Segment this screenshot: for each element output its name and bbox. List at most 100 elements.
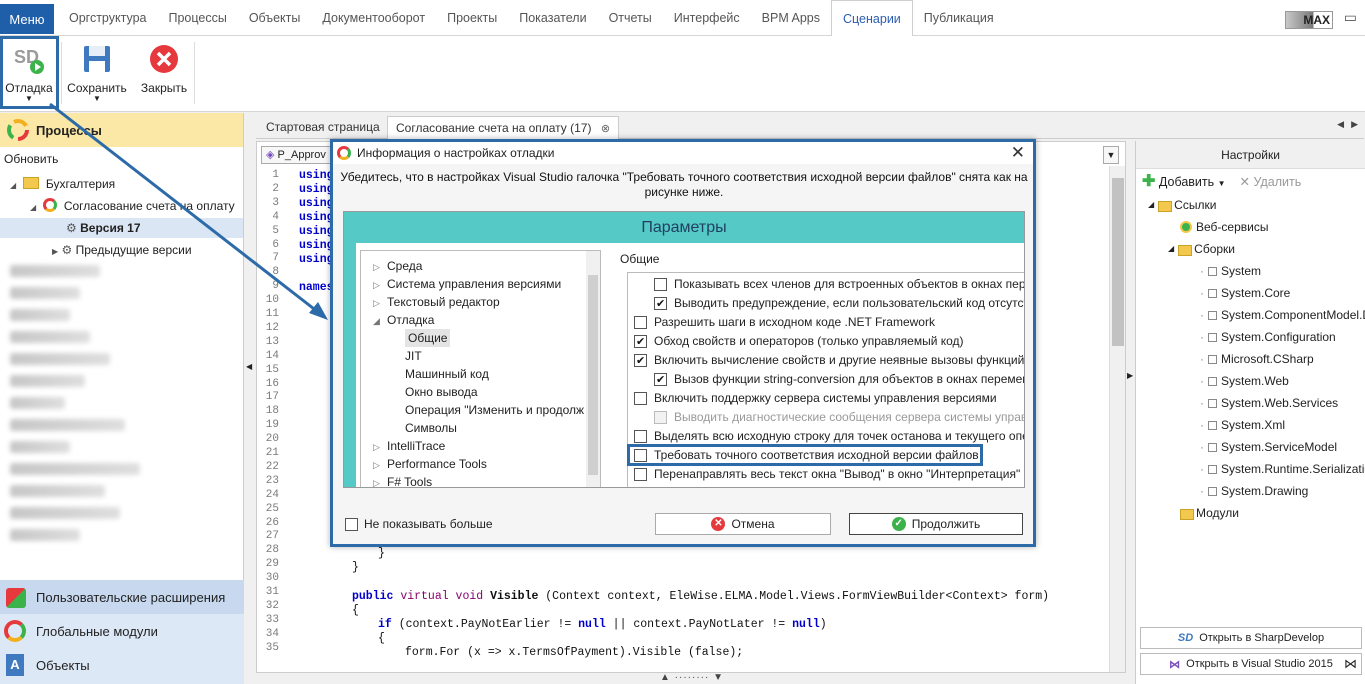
dialog-close-icon[interactable]: ✕ — [1011, 143, 1025, 163]
tree-assembly-item-label: System.Web — [1221, 374, 1289, 388]
tree-assembly-item[interactable]: · System.Drawing — [1200, 480, 1308, 502]
options-tree-item: Окно вывода — [405, 383, 478, 401]
class-combo[interactable]: ◈ P_Approv — [261, 146, 341, 164]
expand-icon[interactable]: ◢ — [10, 181, 16, 190]
tree-assembly-item[interactable]: · System.Runtime.Serializatio — [1200, 458, 1365, 480]
nav-user-extensions[interactable]: Пользовательские расширения — [0, 580, 244, 614]
window-restore-icon[interactable]: ▭ — [1344, 9, 1357, 26]
tree-assembly-item[interactable]: · System — [1200, 260, 1261, 282]
close-button[interactable]: Закрыть — [136, 38, 192, 108]
tree-assembly-item[interactable]: · System.Configuration — [1200, 326, 1336, 348]
code-namespace: names — [299, 281, 334, 294]
vs-settings-icon[interactable]: ⋈ — [1344, 656, 1357, 672]
cancel-button[interactable]: ✕ Отмена — [655, 513, 831, 535]
option-row: Вызов функции string-conversion для объе… — [654, 370, 1024, 389]
folder-icon — [1180, 508, 1194, 520]
tree-assembly-item[interactable]: · System.Core — [1200, 282, 1290, 304]
tree-assembly-item[interactable]: · System.Web.Services — [1200, 392, 1338, 414]
tab-orgstructure[interactable]: Оргструктура — [58, 0, 157, 36]
line-number: 19 — [265, 419, 279, 432]
options-tree-label: Среда — [387, 259, 423, 273]
tab-close-icon[interactable]: ⊗ — [601, 123, 610, 135]
main-menu-button[interactable]: Меню — [0, 4, 54, 34]
user-badge[interactable]: MAX — [1285, 11, 1333, 29]
tree-process-item[interactable]: ◢ Согласование счета на оплату — [30, 196, 235, 216]
expand-icon[interactable]: ▶ — [52, 247, 58, 256]
tab-current-document[interactable]: Согласование счета на оплату (17) ⊗ — [387, 116, 620, 139]
blurred-tree-item — [10, 397, 65, 409]
left-splitter[interactable]: ◀ — [244, 140, 256, 684]
general-section-label: Общие — [620, 252, 660, 266]
blurred-tree-item — [10, 353, 110, 365]
previous-versions-label: Предыдущие версии — [75, 243, 192, 257]
objects-icon: A — [6, 654, 24, 676]
member-combo-dropdown-icon[interactable]: ▼ — [1103, 146, 1119, 164]
tab-document-flow[interactable]: Документооборот — [311, 0, 436, 36]
options-tree-label: Символы — [405, 421, 457, 435]
options-tree-label: Система управления версиями — [387, 277, 562, 291]
tree-web-services[interactable]: Веб-сервисы — [1180, 216, 1268, 238]
save-button[interactable]: Сохранить ▼ — [64, 38, 130, 108]
line-number: 33 — [265, 613, 279, 626]
tab-interface[interactable]: Интерфейс — [663, 0, 751, 36]
open-visual-studio-button[interactable]: ⋈ Открыть в Visual Studio 2015 ⋈ — [1140, 653, 1362, 675]
tab-reports[interactable]: Отчеты — [598, 0, 663, 36]
tabs-scroll-right-icon[interactable]: ▶ — [1351, 119, 1358, 130]
tree-previous-versions[interactable]: ▶ ⚙ Предыдущие версии — [52, 240, 192, 260]
tab-objects[interactable]: Объекты — [238, 0, 312, 36]
tabs-scroll-left-icon[interactable]: ◀ — [1337, 119, 1344, 130]
options-tree-label: F# Tools — [387, 475, 433, 488]
editor-scroll-thumb[interactable] — [1112, 178, 1124, 346]
dont-show-again[interactable]: Не показывать больше — [345, 517, 493, 531]
settings-header: Настройки — [1136, 141, 1365, 169]
save-dropdown-icon[interactable]: ▼ — [93, 95, 101, 103]
nav-objects[interactable]: A Объекты — [0, 648, 244, 682]
tab-projects[interactable]: Проекты — [436, 0, 508, 36]
tree-assembly-item[interactable]: · System.ServiceModel — [1200, 436, 1337, 458]
tree-assembly-item[interactable]: · System.ComponentModel.D — [1200, 304, 1365, 326]
add-dropdown-icon[interactable]: ▼ — [1218, 179, 1226, 188]
tree-assembly-item-label: System — [1221, 264, 1262, 278]
tab-scenarios[interactable]: Сценарии — [831, 0, 913, 37]
collapse-left-icon[interactable]: ◀ — [246, 362, 252, 371]
line-number: 11 — [265, 308, 279, 320]
code-line-29: } — [378, 547, 385, 560]
assembly-icon — [1208, 398, 1217, 408]
expand-icon[interactable]: ◢ — [1148, 194, 1154, 216]
line-number: 6 — [272, 238, 279, 251]
tab-processes[interactable]: Процессы — [157, 0, 237, 36]
tab-indicators[interactable]: Показатели — [508, 0, 597, 36]
expand-icon[interactable]: ◢ — [1168, 238, 1174, 260]
tree-assemblies[interactable]: ◢ Сборки — [1168, 238, 1235, 260]
tree-assembly-item[interactable]: · System.Web — [1200, 370, 1289, 392]
tab-publication[interactable]: Публикация — [913, 0, 1005, 36]
add-label: Добавить — [1158, 175, 1215, 189]
continue-button[interactable]: ✓ Продолжить — [849, 513, 1023, 535]
bottom-splitter-grip[interactable]: ▲ ········ ▼ — [660, 672, 724, 683]
add-button[interactable]: ✚ Добавить ▼ — [1142, 171, 1226, 191]
expand-icon[interactable]: ◢ — [30, 203, 36, 212]
tab-bpm-apps[interactable]: BPM Apps — [751, 0, 831, 36]
tree-folder-accounting[interactable]: ◢ Бухгалтерия — [10, 174, 115, 194]
option-label: Перенаправлять весь текст окна "Вывод" в… — [654, 467, 1021, 481]
right-splitter[interactable]: ▶ — [1126, 141, 1135, 684]
tab-start-page[interactable]: Стартовая страница — [258, 116, 388, 139]
tree-assembly-item-label: System.ComponentModel.D — [1221, 308, 1365, 322]
nav-global-modules[interactable]: Глобальные модули — [0, 614, 244, 648]
tree-assembly-item-label: System.Configuration — [1221, 330, 1336, 344]
tree-links[interactable]: ◢ Ссылки — [1148, 194, 1216, 216]
dont-show-checkbox[interactable] — [345, 517, 358, 531]
tree-version-item[interactable]: ⚙ Версия 17 — [0, 218, 243, 238]
open-sharpdevelop-button[interactable]: SD Открыть в SharpDevelop — [1140, 627, 1362, 649]
refresh-link[interactable]: Обновить — [4, 149, 58, 169]
collapse-right-icon[interactable]: ▶ — [1127, 371, 1133, 380]
delete-button[interactable]: ✕ Удалить — [1240, 174, 1302, 189]
class-icon: ◈ — [266, 149, 275, 161]
tree-assembly-item[interactable]: · System.Xml — [1200, 414, 1285, 436]
editor-vertical-scrollbar[interactable] — [1109, 166, 1125, 672]
tree-modules[interactable]: Модули — [1180, 502, 1239, 524]
tree-arrow-icon: ▷ — [373, 280, 380, 290]
blurred-tree-item — [10, 309, 70, 321]
tree-assembly-item[interactable]: · Microsoft.CSharp — [1200, 348, 1314, 370]
options-tree-item: Машинный код — [405, 365, 489, 383]
